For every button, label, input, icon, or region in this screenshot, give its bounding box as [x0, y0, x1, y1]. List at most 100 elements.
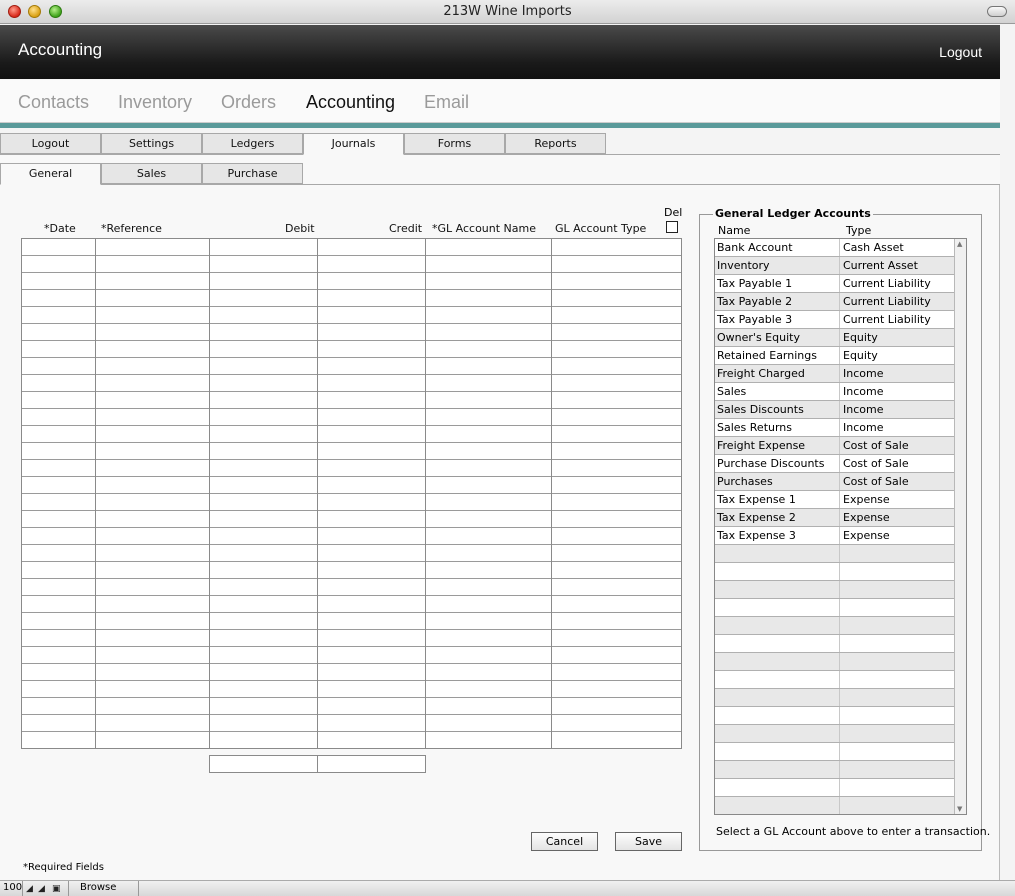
gl-column-separator: [839, 761, 840, 778]
journal-entry-grid[interactable]: [21, 238, 682, 749]
gl-account-row[interactable]: Tax Expense 3 Expense: [715, 527, 955, 545]
gl-account-row[interactable]: [715, 635, 955, 653]
gl-account-row[interactable]: Tax Payable 1 Current Liability: [715, 275, 955, 293]
gl-account-name: Tax Expense 1: [717, 493, 796, 506]
gl-account-row[interactable]: Sales Discounts Income: [715, 401, 955, 419]
grid-row-line: [22, 272, 681, 273]
nav-email[interactable]: Email: [424, 92, 469, 113]
gl-account-name: Freight Charged: [717, 367, 805, 380]
gl-account-row[interactable]: Freight Charged Income: [715, 365, 955, 383]
tab-forms[interactable]: Forms: [404, 133, 505, 154]
gl-account-type: Income: [843, 385, 884, 398]
col-header-reference: *Reference: [101, 222, 162, 235]
gl-column-separator: [839, 473, 840, 490]
gl-account-row[interactable]: [715, 689, 955, 707]
gl-column-separator: [839, 743, 840, 760]
gl-account-row[interactable]: [715, 653, 955, 671]
gl-account-row[interactable]: Inventory Current Asset: [715, 257, 955, 275]
delete-all-checkbox[interactable]: [666, 221, 678, 233]
zoom-in-icon[interactable]: ◢: [38, 884, 45, 894]
save-button[interactable]: Save: [615, 832, 682, 851]
status-toolbar-icon[interactable]: ▣: [52, 884, 61, 894]
nav-accounting[interactable]: Accounting: [306, 92, 395, 113]
tab-logout[interactable]: Logout: [0, 133, 101, 154]
gl-account-name: Sales Returns: [717, 421, 793, 434]
gl-account-row[interactable]: [715, 761, 955, 779]
tab-reports[interactable]: Reports: [505, 133, 606, 154]
grid-row-line: [22, 493, 681, 494]
grid-row-line: [22, 578, 681, 579]
gl-account-row[interactable]: [715, 797, 955, 814]
gl-account-row[interactable]: [715, 671, 955, 689]
gl-account-row[interactable]: [715, 563, 955, 581]
grid-row-line: [22, 289, 681, 290]
gl-account-row[interactable]: Tax Expense 2 Expense: [715, 509, 955, 527]
grid-row-line: [22, 629, 681, 630]
subtab-general[interactable]: General: [0, 163, 101, 185]
gl-account-row[interactable]: [715, 581, 955, 599]
gl-account-row[interactable]: Sales Income: [715, 383, 955, 401]
grid-row-line: [22, 340, 681, 341]
gl-column-separator: [839, 779, 840, 796]
gl-account-row[interactable]: Tax Payable 3 Current Liability: [715, 311, 955, 329]
main-nav: Contacts Inventory Orders Accounting Ema…: [0, 80, 1000, 123]
nav-contacts[interactable]: Contacts: [18, 92, 89, 113]
tab-journals[interactable]: Journals: [303, 133, 404, 155]
zoom-out-icon[interactable]: ◢: [26, 884, 33, 894]
grid-row-line: [22, 408, 681, 409]
gl-accounts-list[interactable]: Tax Expense 3 Expense Tax Expense 2 Expense…: [714, 238, 967, 815]
gl-account-type: Current Liability: [843, 277, 931, 290]
gl-account-row[interactable]: [715, 707, 955, 725]
col-header-gl-account-type: GL Account Type: [555, 222, 647, 235]
col-header-date: *Date: [44, 222, 76, 235]
gl-account-row[interactable]: Retained Earnings Equity: [715, 347, 955, 365]
gl-account-row[interactable]: Bank Account Cash Asset: [715, 239, 955, 257]
grid-row-line: [22, 357, 681, 358]
gl-column-separator: [839, 599, 840, 616]
status-divider: [22, 881, 23, 896]
tab-ledgers[interactable]: Ledgers: [202, 133, 303, 154]
nav-inventory[interactable]: Inventory: [118, 92, 192, 113]
gl-column-separator: [839, 401, 840, 418]
gl-column-separator: [839, 491, 840, 508]
gl-account-row[interactable]: [715, 743, 955, 761]
tab-settings[interactable]: Settings: [101, 133, 202, 154]
gl-account-row[interactable]: Tax Expense 1 Expense: [715, 491, 955, 509]
gl-account-row[interactable]: Freight Expense Cost of Sale: [715, 437, 955, 455]
cancel-button[interactable]: Cancel: [531, 832, 598, 851]
grid-column-line: [551, 239, 552, 748]
gl-account-row[interactable]: Purchases Cost of Sale: [715, 473, 955, 491]
header-logout-link[interactable]: Logout: [939, 44, 982, 60]
gl-account-type: Cost of Sale: [843, 475, 909, 488]
gl-account-row[interactable]: [715, 599, 955, 617]
zoom-level[interactable]: 100: [3, 882, 22, 893]
nav-orders[interactable]: Orders: [221, 92, 276, 113]
gl-account-type: Cash Asset: [843, 241, 904, 254]
toolbar-toggle-button[interactable]: [987, 6, 1007, 17]
gl-account-name: Inventory: [717, 259, 770, 272]
gl-account-row[interactable]: Sales Returns Income: [715, 419, 955, 437]
grid-row-line: [22, 612, 681, 613]
gl-account-row[interactable]: [715, 725, 955, 743]
gl-account-row[interactable]: Tax Payable 2 Current Liability: [715, 293, 955, 311]
mode-indicator[interactable]: Browse: [80, 882, 116, 893]
grid-column-line: [95, 239, 96, 748]
grid-row-line: [22, 459, 681, 460]
gl-account-row[interactable]: [715, 779, 955, 797]
gl-account-type: Current Asset: [843, 259, 918, 272]
gl-account-type: Cost of Sale: [843, 439, 909, 452]
gl-account-name: Sales: [717, 385, 747, 398]
gl-list-scrollbar[interactable]: ▲ ▼: [954, 239, 966, 814]
scroll-down-icon[interactable]: ▼: [957, 805, 962, 813]
subtab-sales[interactable]: Sales: [101, 163, 202, 184]
gl-column-separator: [839, 797, 840, 814]
gl-account-row[interactable]: [715, 545, 955, 563]
gl-account-row[interactable]: Purchase Discounts Cost of Sale: [715, 455, 955, 473]
gl-account-row[interactable]: [715, 617, 955, 635]
gl-account-type: Equity: [843, 331, 878, 344]
gl-account-name: Freight Expense: [717, 439, 806, 452]
scroll-up-icon[interactable]: ▲: [957, 240, 962, 248]
grid-column-line: [209, 239, 210, 748]
gl-account-row[interactable]: Owner's Equity Equity: [715, 329, 955, 347]
subtab-purchase[interactable]: Purchase: [202, 163, 303, 184]
